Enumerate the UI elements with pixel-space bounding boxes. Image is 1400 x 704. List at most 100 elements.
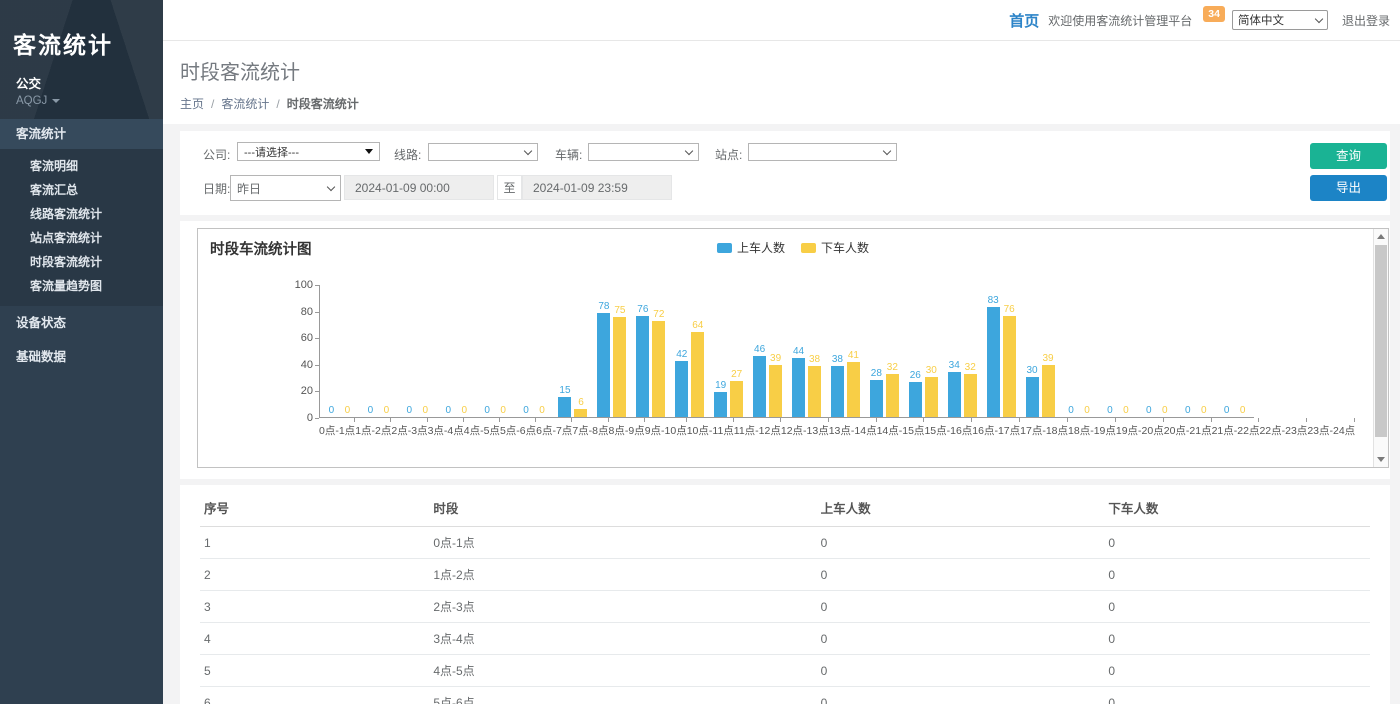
notification-badge[interactable]: 34 [1203, 6, 1225, 22]
bar[interactable] [730, 381, 743, 417]
sidebar-subitem[interactable]: 站点客流统计 [0, 226, 163, 250]
sidebar-subitem[interactable]: 客流汇总 [0, 178, 163, 202]
user-dropdown[interactable]: AQGJ [0, 92, 163, 107]
x-tick-label: 12点-13点 [781, 420, 829, 438]
bar-column: 0 [536, 405, 549, 417]
bar-column: 0 [364, 405, 377, 417]
bar-group: 4438 [787, 285, 826, 417]
scroll-up-icon[interactable] [1377, 234, 1385, 239]
chart-container: 时段车流统计图 上车人数下车人数 00000000000015678757672… [197, 228, 1389, 468]
org-name: 公交 [0, 60, 163, 92]
language-select[interactable]: 简体中文 [1232, 10, 1328, 30]
legend-item[interactable]: 上车人数 [717, 239, 785, 256]
sidebar-subitem[interactable]: 时段客流统计 [0, 250, 163, 274]
filter-panel: 公司: ---请选择--- 线路: 车辆: 站点: 日期: 昨日 2024-01… [180, 131, 1390, 215]
logout-link[interactable]: 退出登录 [1342, 12, 1390, 29]
sidebar-subitem[interactable]: 客流明细 [0, 154, 163, 178]
bar-value-label: 0 [368, 405, 374, 416]
chevron-down-icon [685, 146, 693, 154]
table-row[interactable]: 54点-5点00 [200, 655, 1370, 687]
bar-column: 0 [1064, 405, 1077, 417]
bar[interactable] [1003, 316, 1016, 417]
app-logo: 客流统计 [0, 0, 163, 60]
bar-column: 0 [341, 405, 354, 417]
home-link[interactable]: 首页 [1009, 10, 1039, 31]
bar[interactable] [753, 356, 766, 417]
date-end-input[interactable]: 2024-01-09 23:59 [522, 175, 672, 200]
table-row[interactable]: 32点-3点00 [200, 591, 1370, 623]
table-row[interactable]: 43点-4点00 [200, 623, 1370, 655]
y-tick [315, 418, 319, 419]
bar-column: 28 [870, 368, 883, 417]
table-cell: 4点-5点 [429, 655, 816, 687]
bar[interactable] [792, 358, 805, 417]
bar[interactable] [870, 380, 883, 417]
bar[interactable] [948, 372, 961, 417]
x-tick-label: 15点-16点 [924, 420, 972, 438]
bar[interactable] [1042, 365, 1055, 417]
station-select[interactable] [748, 143, 897, 161]
legend-item[interactable]: 下车人数 [801, 239, 869, 256]
date-preset-select[interactable]: 昨日 [230, 175, 341, 201]
scrollbar-thumb[interactable] [1375, 245, 1387, 437]
sidebar-subitem[interactable]: 客流量趋势图 [0, 274, 163, 298]
bar[interactable] [1026, 377, 1039, 417]
bar-value-label: 0 [1201, 405, 1207, 416]
bar-column: 0 [1103, 405, 1116, 417]
bar[interactable] [574, 409, 587, 417]
x-tick-label: 11点-12点 [734, 420, 781, 438]
bar-column: 0 [442, 405, 455, 417]
bar-group: 4264 [670, 285, 709, 417]
sidebar-section[interactable]: 设备状态 [0, 306, 163, 340]
x-tick-label: 2点-3点 [391, 420, 427, 438]
bar-column: 39 [769, 353, 782, 417]
x-tick-label: 0点-1点 [319, 420, 355, 438]
bar[interactable] [964, 374, 977, 417]
bar[interactable] [886, 374, 899, 417]
bar[interactable] [847, 362, 860, 417]
bar-column: 0 [419, 405, 432, 417]
chart-title: 时段车流统计图 [210, 238, 312, 259]
bar[interactable] [597, 313, 610, 417]
bar[interactable] [808, 366, 821, 417]
sidebar-subitem[interactable]: 线路客流统计 [0, 202, 163, 226]
bar[interactable] [675, 361, 688, 417]
date-label: 日期: [203, 180, 230, 197]
company-select[interactable]: ---请选择--- [237, 142, 380, 161]
scroll-down-icon[interactable] [1377, 457, 1385, 462]
bar-value-label: 39 [1042, 353, 1053, 364]
line-select[interactable] [428, 143, 538, 161]
bar[interactable] [909, 382, 922, 417]
breadcrumb-parent[interactable]: 客流统计 [221, 95, 269, 112]
bar-column: 75 [613, 305, 626, 417]
table-row[interactable]: 21点-2点00 [200, 559, 1370, 591]
bar[interactable] [558, 397, 571, 417]
y-tick-label: 40 [286, 359, 313, 371]
sidebar-section[interactable]: 客流统计 [0, 119, 163, 149]
chart-scrollbar[interactable] [1373, 229, 1388, 467]
y-tick-label: 100 [286, 279, 313, 291]
bar[interactable] [613, 317, 626, 417]
bar[interactable] [987, 307, 1000, 417]
query-button[interactable]: 查询 [1310, 143, 1387, 169]
vehicle-select[interactable] [588, 143, 699, 161]
bar[interactable] [769, 365, 782, 417]
y-tick [315, 338, 319, 339]
export-button[interactable]: 导出 [1310, 175, 1387, 201]
x-tick-label: 14点-15点 [877, 420, 925, 438]
bar[interactable] [714, 392, 727, 417]
bar[interactable] [925, 377, 938, 417]
sidebar-section[interactable]: 基础数据 [0, 340, 163, 374]
date-start-input[interactable]: 2024-01-09 00:00 [344, 175, 494, 200]
breadcrumb-home[interactable]: 主页 [180, 95, 204, 112]
bar-group: 8376 [982, 285, 1021, 417]
bar[interactable] [652, 321, 665, 417]
bar[interactable] [831, 366, 844, 417]
bar-column: 0 [497, 405, 510, 417]
table-row[interactable]: 10点-1点00 [200, 527, 1370, 559]
bar[interactable] [691, 332, 704, 417]
bar[interactable] [636, 316, 649, 417]
y-tick [315, 365, 319, 366]
bar-column: 19 [714, 380, 727, 417]
table-row[interactable]: 65点-6点00 [200, 687, 1370, 704]
